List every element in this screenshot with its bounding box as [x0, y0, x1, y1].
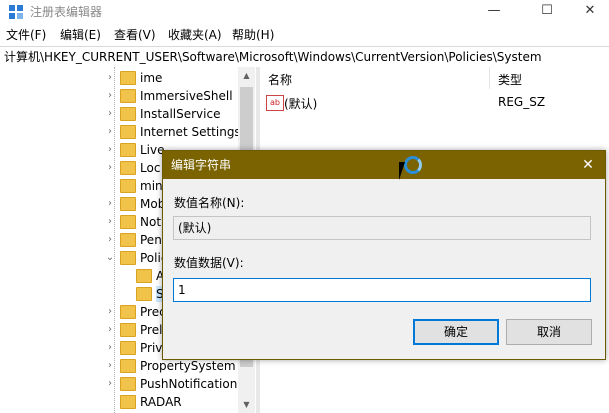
tree-item-label: ImmersiveShell	[140, 89, 233, 103]
folder-icon	[120, 179, 136, 193]
tree-item-label: ime	[140, 71, 163, 85]
folder-icon	[120, 341, 136, 355]
tree-item-label: Pen	[140, 233, 162, 247]
value-data-input[interactable]: 1	[173, 278, 591, 302]
folder-icon	[120, 377, 136, 391]
close-window-button[interactable]: ✕	[567, 0, 609, 24]
scroll-up-icon[interactable]: ▲	[238, 67, 255, 84]
address-path[interactable]: 计算机\HKEY_CURRENT_USER\Software\Microsoft…	[4, 49, 542, 65]
menu-help[interactable]: 帮助(H)	[232, 27, 274, 43]
dialog-title: 编辑字符串	[171, 158, 232, 172]
column-divider[interactable]	[489, 67, 490, 89]
tree-item-label: Noti	[140, 215, 165, 229]
minimize-button[interactable]: —	[471, 0, 517, 24]
folder-icon	[120, 143, 136, 157]
menu-bar: 文件(F) 编辑(E) 查看(V) 收藏夹(A) 帮助(H)	[0, 24, 609, 46]
tree-item-label: PushNotifications	[140, 377, 244, 391]
tree-item-label: PropertySystem	[140, 359, 236, 373]
tree-item[interactable]: › Internet Settings	[0, 123, 241, 141]
column-header-type[interactable]: 类型	[498, 71, 522, 88]
folder-icon	[136, 287, 152, 301]
title-bar: 注册表编辑器 — ☐ ✕	[0, 0, 609, 24]
folder-icon	[120, 161, 136, 175]
tree-item-label: Loc	[140, 161, 161, 175]
tree-item-label: Prel	[140, 323, 163, 337]
tree-item[interactable]: › ImmersiveShell	[0, 87, 240, 105]
tree-item-label: Internet Settings	[140, 125, 241, 139]
string-value-icon: ab	[266, 95, 284, 111]
address-bar[interactable]: 计算机\HKEY_CURRENT_USER\Software\Microsoft…	[0, 46, 609, 68]
folder-icon	[120, 125, 136, 139]
tree-item-label: min	[140, 179, 163, 193]
folder-icon	[136, 269, 152, 283]
value-name-field: (默认)	[173, 216, 591, 240]
dialog-close-icon[interactable]: ✕	[577, 154, 599, 176]
tree-item[interactable]: › PushNotifications	[0, 375, 244, 393]
ok-button[interactable]: 确定	[413, 319, 499, 345]
value-type: REG_SZ	[498, 95, 546, 109]
tree-item-label: Live	[140, 143, 165, 157]
folder-icon	[120, 197, 136, 211]
menu-file[interactable]: 文件(F)	[6, 27, 46, 43]
value-data-label: 数值数据(V):	[174, 256, 244, 270]
folder-icon	[120, 305, 136, 319]
tree-item-label: RADAR	[140, 395, 182, 409]
cancel-button[interactable]: 取消	[506, 319, 592, 345]
tree-item[interactable]: › InstallService	[0, 105, 240, 123]
folder-icon	[120, 89, 136, 103]
column-header-name[interactable]: 名称	[268, 71, 292, 88]
edit-string-dialog: 编辑字符串 ✕ 数值名称(N): (默认) 数值数据(V): 1 确定 取消	[162, 150, 606, 360]
tree-item[interactable]: › ime	[0, 69, 240, 87]
menu-edit[interactable]: 编辑(E)	[60, 27, 101, 43]
folder-icon	[120, 71, 136, 85]
menu-favorites[interactable]: 收藏夹(A)	[168, 27, 222, 43]
mouse-cursor-icon	[399, 162, 411, 180]
folder-open-icon	[120, 251, 136, 265]
dialog-title-bar[interactable]: 编辑字符串 ✕	[163, 151, 605, 179]
value-name-label: 数值名称(N):	[174, 196, 245, 210]
scroll-down-icon[interactable]: ▼	[238, 396, 255, 413]
window-title: 注册表编辑器	[30, 5, 103, 19]
value-name: (默认)	[284, 97, 318, 111]
folder-icon	[120, 359, 136, 373]
tree-item-label: Priv	[140, 341, 163, 355]
registry-editor-icon	[9, 5, 23, 19]
folder-icon	[120, 215, 136, 229]
tree-item-label: InstallService	[140, 107, 221, 121]
menu-view[interactable]: 查看(V)	[114, 27, 156, 43]
folder-icon	[120, 323, 136, 337]
value-row[interactable]: ab (默认) REG_SZ	[266, 94, 606, 112]
folder-icon	[120, 395, 136, 409]
tree-guide-line	[114, 67, 115, 413]
folder-icon	[120, 107, 136, 121]
tree-item[interactable]: RADAR	[0, 393, 240, 411]
maximize-button[interactable]: ☐	[524, 0, 570, 24]
folder-icon	[120, 233, 136, 247]
